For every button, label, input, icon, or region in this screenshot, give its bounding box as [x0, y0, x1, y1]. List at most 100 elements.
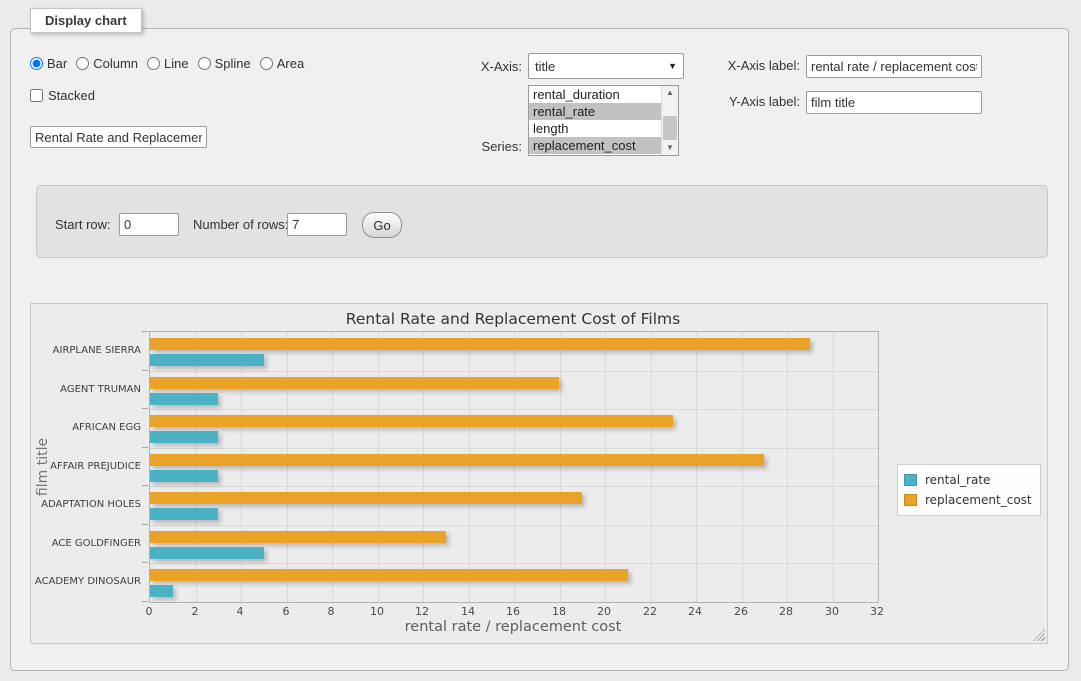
- bar-rental_rate: [150, 585, 173, 597]
- legend-label: replacement_cost: [925, 493, 1032, 507]
- stacked-checkbox-row[interactable]: Stacked: [30, 88, 95, 103]
- category-label: AFFAIR PREJUDICE: [31, 461, 141, 472]
- start-row-input[interactable]: [119, 213, 179, 236]
- rows-panel: [36, 185, 1048, 258]
- x-tick-label: 12: [402, 605, 442, 618]
- gridline-horizontal: [150, 448, 878, 449]
- bar-replacement_cost: [150, 415, 673, 427]
- legend-swatch-rental_rate: [904, 474, 917, 486]
- category-label: AFRICAN EGG: [31, 422, 141, 433]
- chart-type-option-area[interactable]: Area: [260, 56, 304, 71]
- fieldset-legend: Display chart: [30, 8, 142, 33]
- legend-item: replacement_cost: [904, 490, 1032, 510]
- bar-rental_rate: [150, 508, 218, 520]
- gridline-vertical: [560, 332, 561, 602]
- x-tick-label: 18: [539, 605, 579, 618]
- x-tick-label: 10: [357, 605, 397, 618]
- gridline-vertical: [605, 332, 606, 602]
- go-button[interactable]: Go: [362, 212, 402, 238]
- chart-type-radio-bar[interactable]: [30, 57, 43, 70]
- x-axis-select[interactable]: title ▼: [528, 53, 684, 79]
- y-axis-tick: [142, 524, 148, 525]
- scrollbar-thumb[interactable]: [663, 116, 677, 140]
- x-tick-label: 30: [812, 605, 852, 618]
- chart-title-input[interactable]: [30, 126, 207, 148]
- x-tick-label: 8: [311, 605, 351, 618]
- x-tick-label: 22: [630, 605, 670, 618]
- chart-type-option-label: Line: [164, 56, 189, 71]
- x-tick-label: 28: [766, 605, 806, 618]
- x-tick-label: 4: [220, 605, 260, 618]
- chart-type-option-bar[interactable]: Bar: [30, 56, 67, 71]
- gridline-horizontal: [150, 409, 878, 410]
- bar-replacement_cost: [150, 569, 628, 581]
- x-axis-label-label: X-Axis label:: [690, 58, 800, 73]
- chart-type-option-line[interactable]: Line: [147, 56, 189, 71]
- series-option-rental_rate[interactable]: rental_rate: [529, 103, 678, 120]
- gridline-vertical: [378, 332, 379, 602]
- resize-handle-icon[interactable]: [1033, 629, 1045, 641]
- series-option-replacement_cost[interactable]: replacement_cost: [529, 137, 678, 154]
- page: Display chart Bar Column Line Spline Area St…: [0, 0, 1081, 681]
- chart-type-radio-area[interactable]: [260, 57, 273, 70]
- bar-replacement_cost: [150, 454, 764, 466]
- gridline-vertical: [651, 332, 652, 602]
- y-axis-label-label: Y-Axis label:: [690, 94, 800, 109]
- bar-rental_rate: [150, 470, 218, 482]
- bar-replacement_cost: [150, 492, 582, 504]
- series-option-length[interactable]: length: [529, 120, 678, 137]
- legend-swatch-replacement_cost: [904, 494, 917, 506]
- gridline-vertical: [514, 332, 515, 602]
- category-label: AGENT TRUMAN: [31, 384, 141, 395]
- bar-replacement_cost: [150, 377, 559, 389]
- gridline-vertical: [469, 332, 470, 602]
- bar-rental_rate: [150, 547, 264, 559]
- chart-plot-area: [149, 331, 879, 603]
- chart-type-radio-column[interactable]: [76, 57, 89, 70]
- stacked-label: Stacked: [48, 88, 95, 103]
- series-options: rental_durationrental_ratelengthreplacem…: [529, 86, 678, 154]
- x-tick-label: 32: [857, 605, 897, 618]
- bar-rental_rate: [150, 393, 218, 405]
- y-axis-tick: [142, 447, 148, 448]
- x-tick-label: 16: [493, 605, 533, 618]
- gridline-vertical: [787, 332, 788, 602]
- stacked-checkbox[interactable]: [30, 89, 43, 102]
- gridline-horizontal: [150, 486, 878, 487]
- number-of-rows-input[interactable]: [287, 213, 347, 236]
- y-axis-tick: [142, 485, 148, 486]
- x-tick-label: 24: [675, 605, 715, 618]
- legend-label: rental_rate: [925, 473, 990, 487]
- scroll-down-icon[interactable]: ▼: [662, 141, 678, 155]
- x-tick-label: 2: [175, 605, 215, 618]
- x-tick-label: 6: [266, 605, 306, 618]
- chart-type-group: Bar Column Line Spline Area: [30, 56, 313, 71]
- y-axis-tick: [142, 601, 148, 602]
- gridline-vertical: [696, 332, 697, 602]
- bar-rental_rate: [150, 354, 264, 366]
- gridline-vertical: [423, 332, 424, 602]
- x-axis-label-input[interactable]: [806, 55, 982, 78]
- series-list-label: Series:: [398, 139, 522, 154]
- y-axis-label-input[interactable]: [806, 91, 982, 114]
- chart-type-option-column[interactable]: Column: [76, 56, 138, 71]
- chart-type-option-label: Column: [93, 56, 138, 71]
- y-axis-tick: [142, 562, 148, 563]
- chart-type-radio-line[interactable]: [147, 57, 160, 70]
- gridline-vertical: [196, 332, 197, 602]
- start-row-label: Start row:: [55, 217, 111, 232]
- chart-type-radio-spline[interactable]: [198, 57, 211, 70]
- gridline-vertical: [742, 332, 743, 602]
- series-listbox[interactable]: rental_durationrental_ratelengthreplacem…: [528, 85, 679, 156]
- bar-replacement_cost: [150, 338, 810, 350]
- chart-legend: rental_rate replacement_cost: [897, 464, 1041, 516]
- scroll-up-icon[interactable]: ▲: [662, 86, 678, 100]
- x-tick-label: 20: [584, 605, 624, 618]
- chart-type-option-spline[interactable]: Spline: [198, 56, 251, 71]
- series-option-rental_duration[interactable]: rental_duration: [529, 86, 678, 103]
- series-scrollbar[interactable]: ▲ ▼: [661, 86, 678, 155]
- gridline-horizontal: [150, 525, 878, 526]
- category-label: ADAPTATION HOLES: [31, 499, 141, 510]
- y-axis-tick: [142, 408, 148, 409]
- chart-type-option-label: Area: [277, 56, 304, 71]
